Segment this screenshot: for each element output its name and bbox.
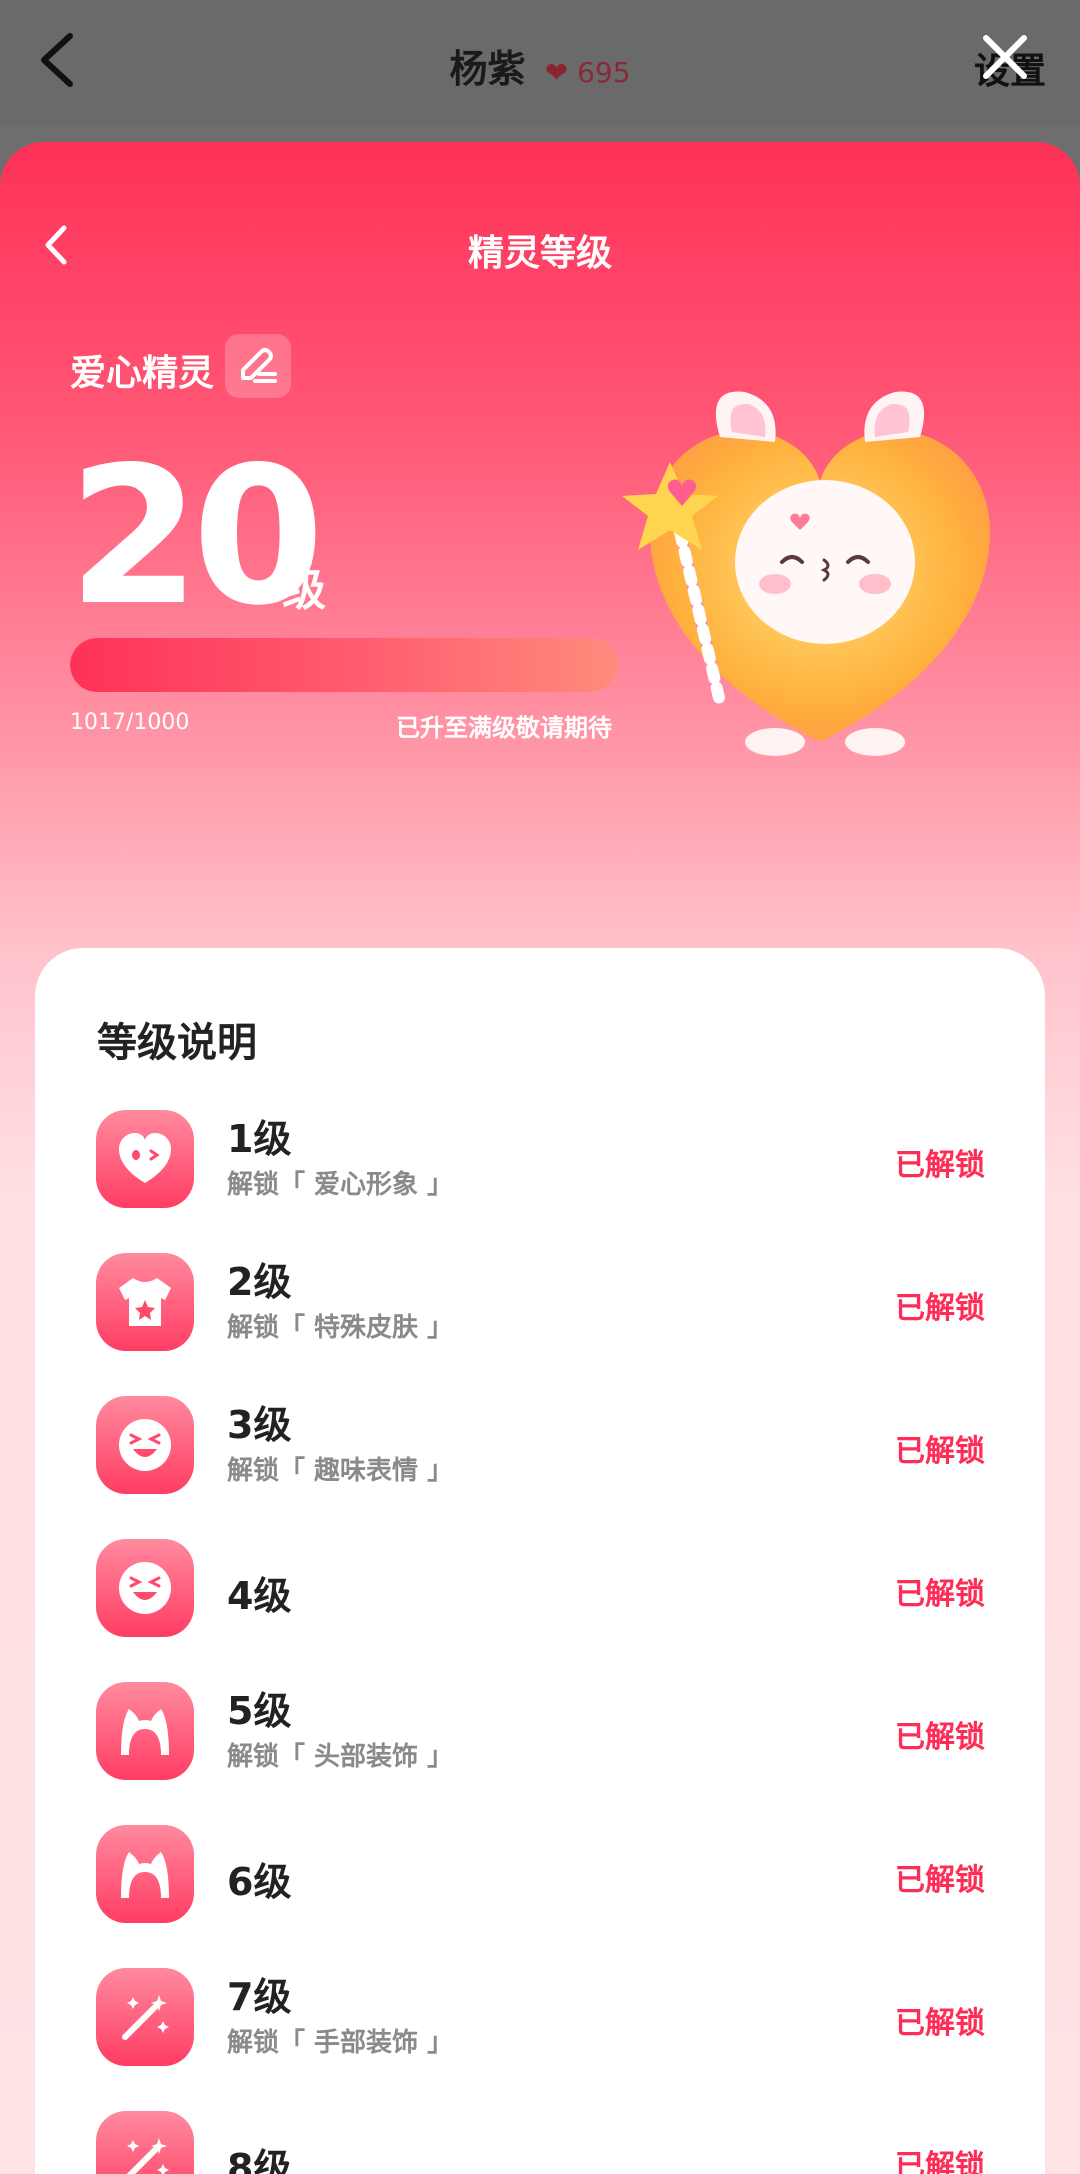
unlock-status: 已解锁 [895,1577,985,1612]
cat-ears-icon [96,1682,194,1780]
heart-face-icon [96,1110,194,1208]
shirt-icon [96,1253,194,1351]
heart-count: 695 [577,56,631,89]
level-list: 1级 解锁「 爱心形象 」已解锁 2级 解锁「 特殊皮肤 」已解锁 3级 解锁「 趣味表情… [35,1098,1045,2174]
heart-sprite-mascot [622,391,990,756]
sprite-level-sheet: 精灵等级 爱心精灵 20 级 1017/1000 已升至满级敬请期待 等级说明 … [0,142,1080,2174]
page-title: 杨紫 ❤ 695 [0,38,1080,93]
level-unlock-desc: 解锁「 手部装饰 」 [227,2028,454,2058]
heart-counter: ❤ 695 [545,56,631,89]
level-label: 4级 [227,1574,292,1618]
level-row: 4级 已解锁 [35,1527,1045,1670]
level-label: 1级 [227,1117,292,1161]
unlock-status: 已解锁 [895,2006,985,2041]
level-unit: 级 [282,565,326,616]
level-label: 3级 [227,1403,292,1447]
level-row: 8级 已解锁 [35,2099,1045,2174]
edit-name-button[interactable] [225,334,291,398]
top-bar: 杨紫 ❤ 695 设置 [0,0,1080,125]
level-progress-fill [70,638,618,692]
heart-icon: ❤ [544,56,569,89]
level-row: 3级解锁「 趣味表情 」 已解锁 [35,1384,1045,1527]
laugh-face-icon [96,1539,194,1637]
level-label: 7级 [227,1975,292,2019]
level-unlock-desc: 解锁「 趣味表情 」 [227,1456,454,1486]
card-title: 等级说明 [97,1020,257,1066]
edit-icon [241,348,277,383]
unlock-status: 已解锁 [895,1434,985,1469]
level-progress-bar [70,638,618,692]
magic-wand-icon [96,2111,194,2174]
level-label: 8级 [227,2146,292,2174]
level-row: 1级解锁「 爱心形象 」 已解锁 [35,1098,1045,1241]
sprite-name: 爱心精灵 [70,353,215,394]
level-description-card: 等级说明 1级 解锁「 爱心形象 」已解锁 2级 解锁「 特殊皮肤 」已解锁 3级 解锁「… [35,948,1045,2174]
level-unlock-desc: 解锁「 头部装饰 」 [227,1742,454,1772]
close-icon[interactable] [980,32,1030,82]
level-row: 2级解锁「 特殊皮肤 」 已解锁 [35,1241,1045,1384]
user-name: 杨紫 [449,47,526,91]
unlock-status: 已解锁 [895,1148,985,1183]
max-level-text: 已升至满级敬请期待 [396,714,612,742]
laugh-face-icon [96,1396,194,1494]
exp-text: 1017/1000 [70,710,190,735]
level-row: 5级解锁「 头部装饰 」 已解锁 [35,1670,1045,1813]
level-label: 5级 [227,1689,292,1733]
unlock-status: 已解锁 [895,1720,985,1755]
unlock-status: 已解锁 [895,2149,985,2174]
current-level: 20 [68,426,324,647]
sheet-title: 精灵等级 [467,233,612,274]
unlock-status: 已解锁 [895,1291,985,1326]
level-label: 6级 [227,1860,292,1904]
level-row: 6级 已解锁 [35,1813,1045,1956]
level-unlock-desc: 解锁「 爱心形象 」 [227,1170,454,1200]
level-row: 7级解锁「 手部装饰 」 已解锁 [35,1956,1045,2099]
level-label: 2级 [227,1260,292,1304]
cat-ears-icon [96,1825,194,1923]
unlock-status: 已解锁 [895,1863,985,1898]
magic-wand-icon [96,1968,194,2066]
level-unlock-desc: 解锁「 特殊皮肤 」 [227,1313,454,1343]
